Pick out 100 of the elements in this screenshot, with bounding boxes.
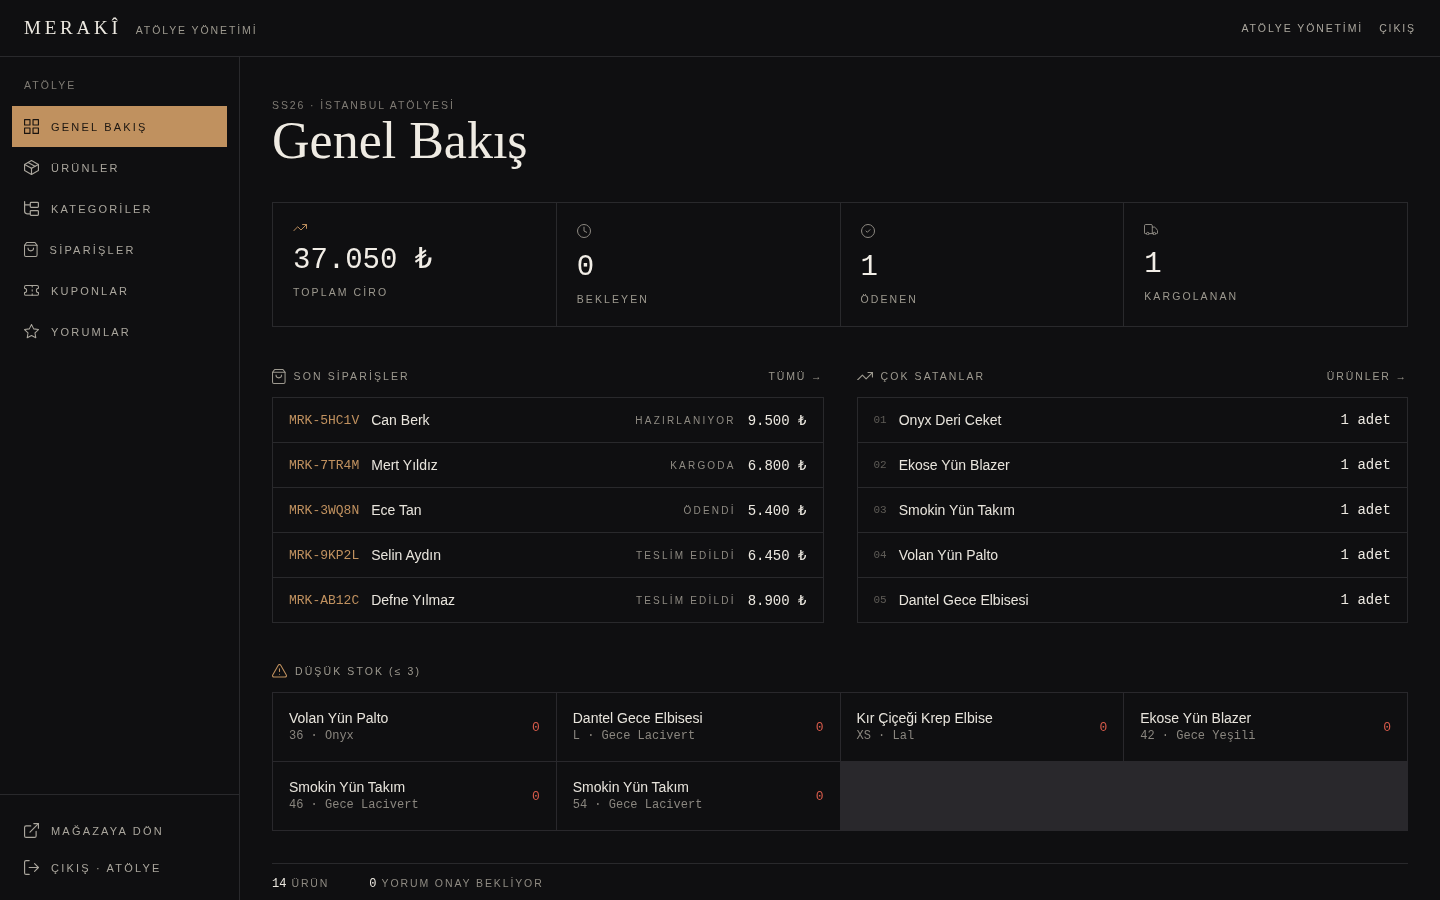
product-name: Dantel Gece Elbisesi [572,710,703,727]
rank-number: 04 [873,549,887,561]
order-status: ÖDENDİ [683,504,736,516]
sidebar-item[interactable]: ÜRÜNLER [12,147,227,188]
sidebar-item[interactable]: GENEL BAKIŞ [12,106,227,147]
customer-name: Defne Yılmaz [371,592,455,608]
bag-icon [272,368,286,384]
tree-icon [24,201,39,216]
brand-subtitle: ATÖLYE YÖNETİMİ [135,24,258,36]
stat-value: 0 [576,252,595,284]
external-link-icon [24,823,39,838]
order-total: 5.400 ₺ [747,501,807,519]
sold-quantity: 1 adet [1340,592,1391,608]
view-all-link[interactable]: TÜMÜ → [768,370,824,382]
section-title: DÜŞÜK STOK (≤ 3) [295,665,422,677]
sold-quantity: 1 adet [1340,412,1391,428]
stat-label: KARGOLANAN [1144,289,1239,304]
sidebar-section-label: ATÖLYE [24,79,77,92]
order-total: 8.900 ₺ [747,591,807,609]
page-title: Genel Bakış [272,112,528,169]
bag-icon [24,242,38,257]
logout-icon [24,860,39,875]
sold-quantity: 1 adet [1340,502,1391,518]
clock-icon [576,224,591,238]
star-icon [24,324,39,339]
variant-detail: 46 · Gece Lacivert [289,798,419,813]
order-code: MRK-7TR4M [289,457,360,473]
stat-label: TOPLAM CİRO [293,285,389,300]
page-eyebrow: SS26 · İSTANBUL ATÖLYESİ [272,99,455,112]
product-name: Onyx Deri Ceket [898,412,1002,428]
trend-up-icon [293,224,307,232]
order-code: MRK-3WQ8N [289,502,360,518]
order-total: 6.800 ₺ [747,456,807,474]
sidebar-link[interactable]: ÇIKIŞ · ATÖLYE [12,849,227,886]
rank-number: 02 [873,459,887,471]
rank-number: 01 [873,414,887,426]
stat-value: 1 [1144,249,1162,282]
summary-count: 14 [272,877,287,891]
order-status: HAZIRLANIYOR [635,414,736,426]
order-code: MRK-5HC1V [289,412,360,428]
order-code: MRK-9KP2L [289,547,360,563]
sidebar-item[interactable]: SİPARİŞLER [12,229,227,270]
product-name: Smokin Yün Takım [898,502,1015,518]
rank-number: 03 [873,504,887,516]
order-total: 9.500 ₺ [747,411,807,429]
stock-count: 0 [815,788,824,804]
product-name: Volan Yün Palto [289,710,389,727]
grid-icon [24,119,39,134]
ticket-icon [24,285,39,296]
stock-count: 0 [531,719,540,735]
stock-count: 0 [531,788,540,804]
nav-link[interactable]: ATÖLYE YÖNETİMİ [1241,20,1364,36]
sidebar-link[interactable]: MAĞAZAYA DÖN [12,812,227,849]
product-name: Smokin Yün Takım [289,779,406,796]
sidebar-item[interactable]: KATEGORİLER [12,188,227,229]
order-code: MRK-AB12C [289,592,360,608]
product-name: Kır Çiçeği Krep Elbise [856,710,993,727]
warning-icon [272,664,287,678]
box-icon [24,160,39,175]
stat-label: ÖDENEN [860,292,919,306]
order-total: 6.450 ₺ [747,546,807,564]
sidebar-item[interactable]: YORUMLAR [12,311,227,352]
variant-detail: 36 · Onyx [289,729,354,744]
variant-detail: 42 · Gece Yeşili [1140,729,1256,744]
variant-detail: XS · Lal [856,729,915,744]
sold-quantity: 1 adet [1340,547,1391,563]
order-status: TESLİM EDİLDİ [635,594,736,606]
summary-count: 0 [369,877,377,891]
view-all-link[interactable]: ÜRÜNLER → [1326,370,1408,382]
summary-label: ÜRÜN [291,877,330,889]
brand-logo: MERAKÎ [24,17,122,39]
product-name: Smokin Yün Takım [572,779,689,796]
order-status: TESLİM EDİLDİ [635,549,736,561]
product-name: Ekose Yün Blazer [898,457,1010,473]
stock-count: 0 [1099,719,1108,735]
product-name: Volan Yün Palto [898,547,999,563]
customer-name: Can Berk [371,412,430,428]
section-title: ÇOK SATANLAR [880,370,986,382]
stock-count: 0 [815,719,824,735]
section-title: SON SİPARİŞLER [293,370,410,382]
stat-value: 37.050 ₺ [293,245,433,278]
stock-count: 0 [1383,719,1391,735]
customer-name: Selin Aydın [371,547,441,563]
stat-label: BEKLEYEN [576,292,649,306]
customer-name: Mert Yıldız [371,457,438,473]
summary-label: YORUM ONAY BEKLİYOR [381,877,544,889]
product-name: Dantel Gece Elbisesi [898,592,1029,608]
trend-up-icon [856,371,873,381]
product-name: Ekose Yün Blazer [1140,710,1252,727]
rank-number: 05 [873,594,887,606]
nav-link[interactable]: ÇIKIŞ [1379,20,1416,36]
order-status: KARGODA [670,459,736,471]
check-circle-icon [860,224,875,238]
truck-icon [1144,224,1159,236]
stat-value: 1 [860,252,878,284]
variant-detail: L · Gece Lacivert [572,729,696,744]
customer-name: Ece Tan [371,502,422,518]
sidebar-item[interactable]: KUPONLAR [12,270,227,311]
variant-detail: 54 · Gece Lacivert [572,798,703,813]
sold-quantity: 1 adet [1340,457,1391,473]
